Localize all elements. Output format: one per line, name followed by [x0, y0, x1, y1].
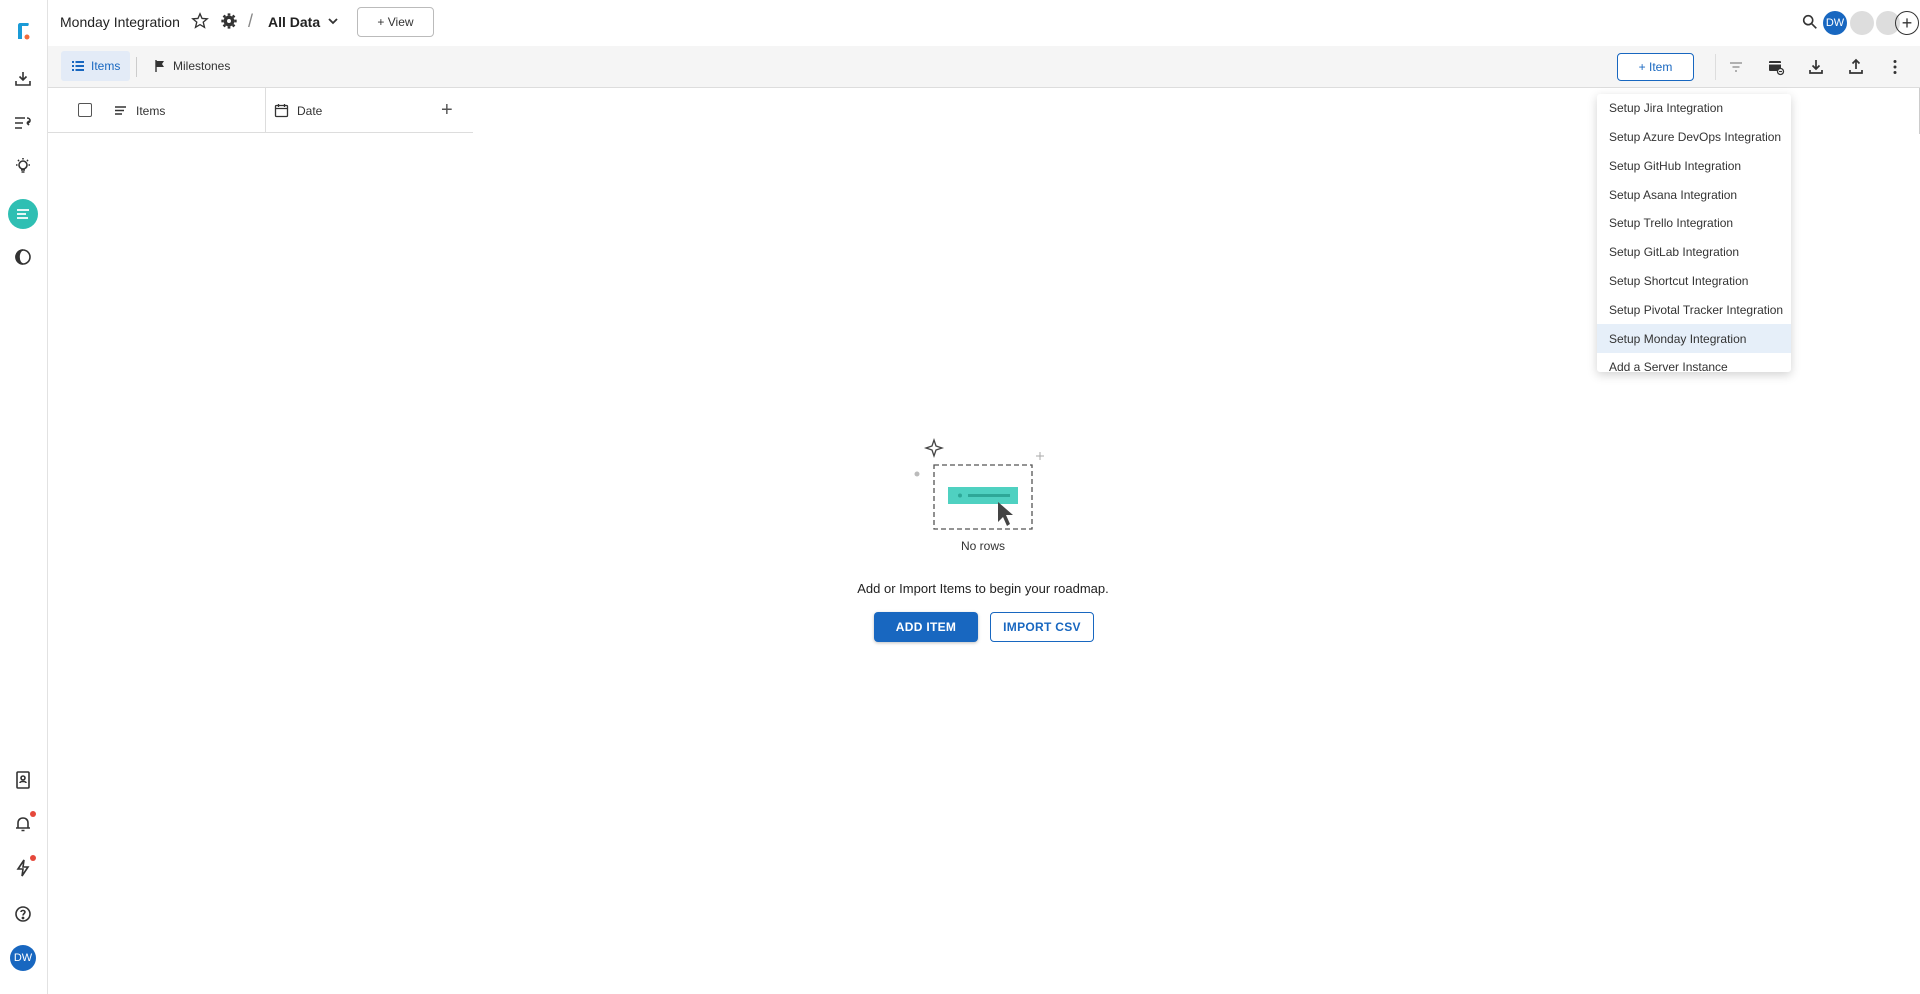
gear-icon[interactable] [220, 12, 238, 30]
roadmunk-logo-icon[interactable] [8, 16, 38, 46]
top-header: Monday Integration / All Data + View DW … [48, 0, 1920, 46]
portfolio-moon-icon[interactable] [8, 242, 38, 272]
upload-icon[interactable] [1846, 57, 1866, 77]
menu-item-asana[interactable]: Setup Asana Integration [1597, 180, 1791, 209]
left-sidebar: DW [0, 0, 48, 994]
calendar-icon [274, 104, 289, 118]
menu-item-azure-devops[interactable]: Setup Azure DevOps Integration [1597, 122, 1791, 151]
contacts-book-icon[interactable] [8, 765, 38, 795]
toolbar: Items Milestones + Item [48, 46, 1920, 88]
empty-state-illustration-icon [914, 437, 1044, 530]
lines-icon [115, 106, 126, 115]
tab-label: Milestones [173, 59, 231, 73]
grid-header: Items Date + [48, 88, 473, 133]
notifications-bell-icon[interactable] [8, 809, 38, 839]
select-all-checkbox[interactable] [78, 103, 92, 117]
menu-item-pivotal-tracker[interactable]: Setup Pivotal Tracker Integration [1597, 295, 1791, 324]
divider [1715, 54, 1716, 80]
roadmap-icon[interactable] [8, 199, 38, 229]
menu-item-shortcut[interactable]: Setup Shortcut Integration [1597, 266, 1791, 295]
add-item-cta-button[interactable]: ADD ITEM [874, 612, 978, 642]
menu-item-monday[interactable]: Setup Monday Integration [1597, 324, 1791, 353]
filter-icon[interactable] [1726, 57, 1746, 77]
tab-label: Items [91, 59, 121, 73]
download-icon[interactable] [1806, 57, 1826, 77]
menu-item-trello[interactable]: Setup Trello Integration [1597, 208, 1791, 237]
more-vert-icon[interactable] [1885, 57, 1905, 77]
menu-item-jira[interactable]: Setup Jira Integration [1597, 94, 1791, 122]
view-name[interactable]: All Data [268, 14, 320, 30]
user-avatar[interactable]: DW [10, 945, 36, 971]
inbox-icon[interactable] [8, 64, 38, 94]
integration-icon[interactable] [1766, 57, 1786, 77]
help-icon[interactable] [8, 899, 38, 929]
menu-item-add-server-instance[interactable]: Add a Server Instance [1597, 352, 1791, 373]
collaborator-avatar-placeholder[interactable] [1850, 11, 1874, 35]
add-item-button[interactable]: + Item [1617, 53, 1694, 81]
import-csv-button[interactable]: IMPORT CSV [990, 612, 1094, 642]
tab-items[interactable]: Items [61, 51, 131, 81]
divider [136, 57, 137, 77]
add-view-button[interactable]: + View [357, 7, 434, 37]
no-rows-label: No rows [960, 539, 1005, 553]
list-icon [72, 61, 84, 71]
backlog-list-icon[interactable] [8, 108, 38, 138]
notification-dot [30, 855, 36, 861]
menu-item-gitlab[interactable]: Setup GitLab Integration [1597, 237, 1791, 266]
add-column-button[interactable]: + [441, 99, 453, 122]
star-icon[interactable] [191, 12, 209, 30]
tab-milestones[interactable]: Milestones [143, 51, 240, 81]
divider [265, 88, 266, 133]
integration-menu: Setup Jira Integration Setup Azure DevOp… [1597, 94, 1791, 372]
column-header-items[interactable]: Items [113, 88, 165, 133]
project-title: Monday Integration [60, 14, 180, 30]
search-icon[interactable] [1801, 13, 1819, 31]
column-header-date[interactable]: Date [274, 88, 322, 133]
notification-dot [30, 811, 36, 817]
menu-item-github[interactable]: Setup GitHub Integration [1597, 151, 1791, 180]
collaborator-avatar[interactable]: DW [1823, 11, 1847, 35]
column-label: Date [297, 103, 323, 118]
chevron-down-icon[interactable] [326, 14, 340, 28]
ideas-bulb-icon[interactable] [8, 152, 38, 182]
flag-icon [155, 60, 164, 72]
whats-new-bolt-icon[interactable] [8, 853, 38, 883]
add-collaborator-button[interactable]: + [1895, 11, 1919, 35]
column-label: Items [136, 103, 166, 118]
breadcrumb-separator: / [248, 11, 254, 31]
empty-state-message: Add or Import Items to begin your roadma… [857, 581, 1109, 596]
